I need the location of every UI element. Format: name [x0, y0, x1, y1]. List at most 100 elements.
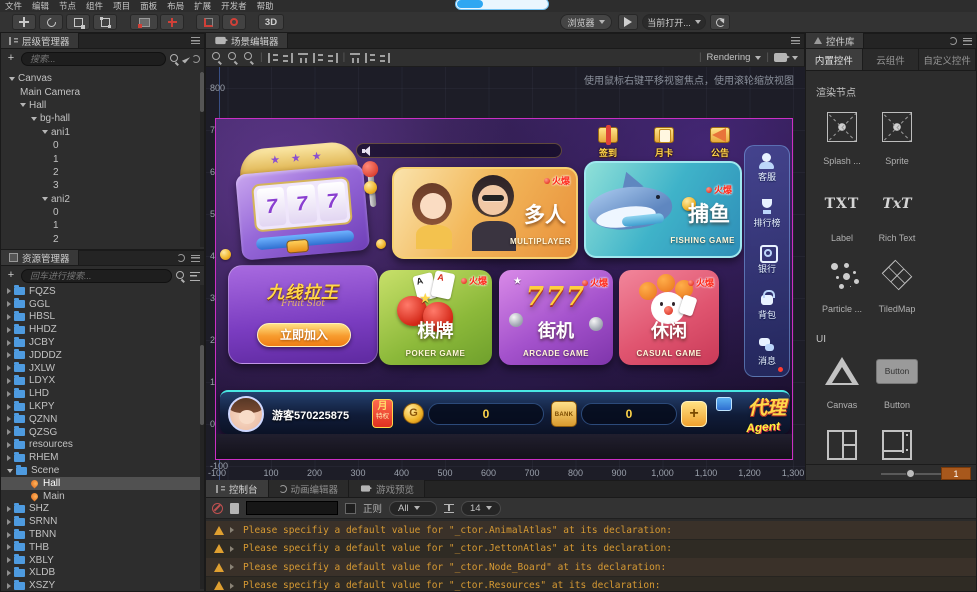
align-right-icon[interactable]: [328, 53, 338, 63]
asset-item[interactable]: LHD: [1, 387, 200, 400]
expand-arrow[interactable]: [7, 583, 11, 589]
add-funds-button[interactable]: +: [681, 401, 707, 427]
expand-arrow[interactable]: [7, 301, 11, 307]
hierarchy-node[interactable]: ani1: [1, 126, 200, 139]
expand-arrow[interactable]: [7, 469, 13, 473]
sidebar-service[interactable]: 客服: [745, 146, 789, 192]
asset-item[interactable]: Hall: [1, 477, 200, 490]
card-slot-game[interactable]: 九线拉王 Fruit Slot 立即加入: [228, 265, 378, 364]
library-item-Button[interactable]: ButtonButton: [862, 356, 932, 410]
chevron-down-icon[interactable]: [792, 56, 798, 60]
card-multiplayer[interactable]: 多人 MULTIPLAYER 火爆: [392, 167, 578, 259]
hierarchy-node[interactable]: 0: [1, 206, 200, 219]
hierarchy-node[interactable]: Hall: [1, 99, 200, 112]
hierarchy-node[interactable]: 2: [1, 233, 200, 246]
move-tool-button[interactable]: [12, 14, 36, 30]
expand-arrow[interactable]: [7, 404, 11, 410]
sidebar-bank[interactable]: 银行: [745, 238, 789, 284]
tab-hierarchy[interactable]: 层级管理器: [1, 33, 79, 48]
align-left-icon[interactable]: [268, 53, 278, 63]
open-scene-select[interactable]: 当前打开...: [642, 14, 706, 30]
sidebar-message[interactable]: 消息: [745, 330, 789, 376]
tab-custom-controls[interactable]: 自定义控件: [919, 49, 976, 70]
agent-badge[interactable]: 代理 Agent: [714, 393, 790, 435]
console-warning-row[interactable]: Please specifiy a default value for "_ct…: [206, 540, 976, 558]
expand-arrow[interactable]: [7, 455, 11, 461]
log-level-select[interactable]: All: [389, 501, 437, 516]
tab-scene[interactable]: 场景编辑器: [206, 33, 288, 48]
expand-arrow[interactable]: [7, 429, 11, 435]
asset-item[interactable]: GGL: [1, 298, 200, 311]
hierarchy-node[interactable]: 1: [1, 152, 200, 165]
asset-item[interactable]: XSZY: [1, 579, 200, 590]
expand-arrow[interactable]: [230, 564, 234, 570]
asset-item[interactable]: TBNN: [1, 528, 200, 541]
tab-game-preview[interactable]: 游戏预览: [349, 480, 425, 497]
sidebar-rank[interactable]: 排行榜: [745, 192, 789, 238]
locate-icon[interactable]: [182, 55, 190, 64]
tab-cloud-components[interactable]: 云组件: [863, 49, 920, 70]
expand-arrow[interactable]: [7, 532, 11, 538]
hierarchy-search-input[interactable]: [21, 52, 166, 66]
search-icon[interactable]: [170, 54, 180, 64]
expand-arrow[interactable]: [9, 77, 15, 81]
expand-arrow[interactable]: [7, 416, 11, 422]
avatar[interactable]: [228, 396, 264, 432]
expand-arrow[interactable]: [7, 570, 11, 576]
expand-arrow[interactable]: [230, 527, 234, 533]
badge-1[interactable]: 月卡: [644, 125, 684, 159]
expand-arrow[interactable]: [230, 546, 234, 552]
asset-item[interactable]: HHDZ: [1, 323, 200, 336]
console-warning-row[interactable]: Please specifiy a default value for "_ct…: [206, 558, 976, 576]
game-canvas[interactable]: 签到月卡公告 ★ ★ ★ 7 7 7: [215, 118, 793, 460]
align-bottom-icon[interactable]: [313, 53, 323, 63]
anchor-mode-button[interactable]: [160, 14, 184, 30]
expand-arrow[interactable]: [42, 197, 48, 201]
card-casual[interactable]: 休闲 CASUAL GAME 火爆: [619, 270, 719, 365]
scene-viewport[interactable]: 使用鼠标右键平移视窗焦点，使用滚轮缩放视图 800700600500400300…: [206, 67, 806, 481]
expand-arrow[interactable]: [7, 506, 11, 512]
expand-arrow[interactable]: [7, 288, 11, 294]
card-arcade[interactable]: 777 ★ 街机 ARCADE GAME 火爆: [499, 270, 613, 365]
expand-arrow[interactable]: [7, 314, 11, 320]
expand-arrow[interactable]: [7, 557, 11, 563]
hierarchy-node[interactable]: 2: [1, 166, 200, 179]
menu-item[interactable]: 开发者: [216, 0, 252, 12]
browser-select[interactable]: 浏览器: [560, 14, 612, 30]
refresh-button[interactable]: [710, 14, 730, 30]
search-icon[interactable]: [176, 271, 186, 281]
menu-item[interactable]: 扩展: [189, 0, 216, 12]
badge-0[interactable]: 签到: [588, 125, 628, 159]
play-button[interactable]: [618, 14, 638, 30]
asset-item[interactable]: QZNN: [1, 413, 200, 426]
clear-console-icon[interactable]: [212, 503, 223, 514]
sidebar-bag[interactable]: 背包: [745, 284, 789, 330]
asset-item[interactable]: XBLY: [1, 554, 200, 567]
menu-item[interactable]: 节点: [54, 0, 81, 12]
refresh-icon[interactable]: [949, 37, 957, 45]
asset-item[interactable]: Main: [1, 490, 200, 503]
console-filter-input[interactable]: [246, 501, 338, 515]
tab-assets[interactable]: 资源管理器: [1, 250, 79, 265]
library-item-Sprite[interactable]: Sprite: [862, 112, 932, 166]
card-fishing[interactable]: 捕鱼 FISHING GAME 火爆: [584, 161, 742, 258]
3d-mode-button[interactable]: 3D: [258, 14, 284, 30]
menu-item[interactable]: 文件: [0, 0, 27, 12]
hierarchy-scrollbar[interactable]: [200, 72, 204, 247]
zoom-slider-knob[interactable]: [906, 469, 915, 478]
expand-arrow[interactable]: [20, 103, 26, 107]
tab-animation-editor[interactable]: 动画编辑器: [269, 480, 350, 497]
browser-toggle-pill[interactable]: [455, 0, 549, 10]
chevron-down-icon[interactable]: [755, 56, 761, 60]
join-now-button[interactable]: 立即加入: [257, 323, 351, 347]
asset-item[interactable]: SHZ: [1, 503, 200, 516]
add-node-button[interactable]: +: [5, 53, 17, 65]
privilege-badge[interactable]: 月 特权: [372, 399, 393, 428]
scale-tool-button[interactable]: [66, 14, 90, 30]
asset-item[interactable]: RHEM: [1, 451, 200, 464]
asset-item[interactable]: LDYX: [1, 375, 200, 388]
assets-scrollbar[interactable]: [200, 285, 204, 589]
distribute-h-icon[interactable]: [350, 53, 360, 63]
rendering-dropdown-label[interactable]: Rendering: [707, 52, 751, 63]
asset-item[interactable]: JCBY: [1, 336, 200, 349]
